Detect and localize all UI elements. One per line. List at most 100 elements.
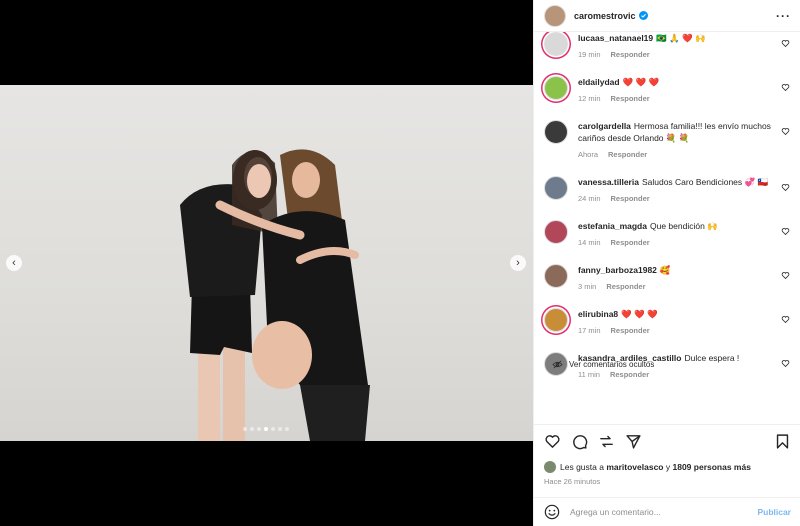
reply-button[interactable]: Responder — [611, 238, 650, 247]
carousel-dot — [278, 427, 282, 431]
comment-meta: 12 min Responder — [578, 93, 780, 105]
comment-time[interactable]: 11 min — [578, 370, 600, 379]
avatar[interactable] — [544, 4, 566, 27]
avatar[interactable] — [544, 308, 568, 332]
comment-meta: 14 min Responder — [578, 237, 780, 249]
comment-body: fanny_barboza1982 🥰 3 min Responder — [578, 264, 794, 293]
comment-username[interactable]: vanessa.tilleria — [578, 177, 639, 187]
comment-item: elirubina8 ❤️ ❤️ ❤️ 17 min Responder — [544, 308, 794, 337]
carousel-dot — [264, 427, 268, 431]
photo-illustration — [180, 149, 370, 441]
heart-icon[interactable] — [781, 271, 790, 280]
likes-count[interactable]: 1809 personas más — [673, 462, 751, 472]
heart-icon[interactable] — [781, 83, 790, 92]
carousel-dot — [271, 427, 275, 431]
comment-time[interactable]: Ahora — [578, 150, 598, 159]
chevron-right-icon[interactable]: › — [510, 255, 526, 271]
comment-body: lucaas_natanael19 🇧🇷 🙏 ❤️ 🙌 19 min Responde… — [578, 32, 794, 61]
reply-button[interactable]: Responder — [608, 150, 647, 159]
reply-button[interactable]: Responder — [606, 282, 645, 291]
comment-time[interactable]: 24 min — [578, 194, 601, 203]
comment-text: Que bendición 🙌 — [649, 221, 718, 231]
comment-text: ❤️ ❤️ ❤️ — [622, 77, 660, 87]
comment-meta: 11 min Responder — [578, 369, 780, 381]
reply-button[interactable]: Responder — [611, 50, 650, 59]
comment-body: estefania_magda Que bendición 🙌 14 min Resp… — [578, 220, 794, 249]
comment-time[interactable]: 12 min — [578, 94, 601, 103]
heart-icon[interactable] — [781, 359, 790, 368]
comment-text: 🇧🇷 🙏 ❤️ 🙌 — [656, 33, 706, 43]
comment-text: ❤️ ❤️ ❤️ — [621, 309, 658, 319]
avatar[interactable] — [544, 220, 568, 244]
carousel-dot — [285, 427, 289, 431]
comment-time[interactable]: 17 min — [578, 326, 601, 335]
carousel-dot — [257, 427, 261, 431]
comment-item: carolgardella Hermosa familia!!! les enví… — [544, 120, 794, 161]
comment-meta: 19 min Responder — [578, 49, 780, 61]
comment-meta: 17 min Responder — [578, 325, 780, 337]
likes-conj: y — [665, 462, 671, 472]
heart-icon[interactable] — [781, 315, 790, 324]
likes-prefix: Les gusta a — [560, 462, 604, 472]
post-sidebar: caromestrovic ··· lucaas_natanael19 🇧🇷 🙏 … — [533, 0, 800, 526]
heart-icon[interactable] — [781, 127, 790, 136]
comment-text: 🥰 — [659, 265, 671, 275]
avatar[interactable] — [544, 264, 568, 288]
reply-button[interactable]: Responder — [610, 370, 649, 379]
comment-body: carolgardella Hermosa familia!!! les enví… — [578, 120, 794, 161]
bookmark-icon[interactable] — [774, 433, 791, 450]
more-icon[interactable]: ··· — [776, 9, 791, 23]
publish-button[interactable]: Publicar — [757, 507, 791, 517]
comment-username[interactable]: fanny_barboza1982 — [578, 265, 657, 275]
hidden-comments-toggle[interactable]: Ver comentarios ocultos — [552, 360, 654, 369]
chevron-left-icon[interactable]: ‹ — [6, 255, 22, 271]
carousel-dots — [243, 427, 289, 431]
post-timestamp[interactable]: Hace 26 minutos — [544, 477, 600, 486]
comment-input[interactable] — [570, 507, 758, 517]
comment-username[interactable]: carolgardella — [578, 121, 631, 131]
comment-time[interactable]: 14 min — [578, 238, 601, 247]
reply-button[interactable]: Responder — [611, 94, 650, 103]
eye-slash-icon — [552, 360, 563, 369]
emoji-icon[interactable] — [544, 504, 560, 520]
comment-item: eldailydad ❤️ ❤️ ❤️ 12 min Responder — [544, 76, 794, 105]
post-viewer: ‹ › caromestrovic ··· lucaas_natanael19 🇧… — [0, 0, 800, 526]
comment-username[interactable]: eldailydad — [578, 77, 620, 87]
avatar[interactable] — [544, 120, 568, 144]
carousel-dot — [243, 427, 247, 431]
comment-meta: 3 min Responder — [578, 281, 780, 293]
heart-icon[interactable] — [781, 227, 790, 236]
comment-item: lucaas_natanael19 🇧🇷 🙏 ❤️ 🙌 19 min Responde… — [544, 32, 794, 61]
heart-icon[interactable] — [781, 183, 790, 192]
comment-item: fanny_barboza1982 🥰 3 min Responder — [544, 264, 794, 293]
reply-button[interactable]: Responder — [611, 194, 650, 203]
comment-body: vanessa.tilleria Saludos Caro Bendiciones… — [578, 176, 794, 205]
comment-username[interactable]: estefania_magda — [578, 221, 647, 231]
liker-avatar[interactable] — [544, 461, 556, 473]
comment-item: vanessa.tilleria Saludos Caro Bendiciones… — [544, 176, 794, 205]
send-icon[interactable] — [625, 433, 642, 450]
avatar[interactable] — [544, 76, 568, 100]
comment-body: elirubina8 ❤️ ❤️ ❤️ 17 min Responder — [578, 308, 794, 337]
share-icon[interactable] — [598, 433, 615, 450]
comment-item: estefania_magda Que bendición 🙌 14 min Resp… — [544, 220, 794, 249]
liker-username[interactable]: maritovelasco — [606, 462, 663, 472]
comment-time[interactable]: 3 min — [578, 282, 596, 291]
post-header: caromestrovic ··· — [534, 0, 800, 32]
comment-text: Saludos Caro Bendiciones 💞 🇨🇱 — [641, 177, 769, 187]
avatar[interactable] — [544, 32, 568, 56]
heart-icon[interactable] — [544, 433, 561, 450]
comment-username[interactable]: lucaas_natanael19 — [578, 33, 653, 43]
verified-badge-icon — [638, 11, 648, 20]
comment-username[interactable]: elirubina8 — [578, 309, 618, 319]
heart-icon[interactable] — [781, 39, 790, 48]
add-comment-bar: Publicar — [534, 497, 800, 526]
avatar[interactable] — [544, 176, 568, 200]
comment-icon[interactable] — [571, 433, 588, 450]
author-username[interactable]: caromestrovic — [574, 11, 636, 21]
carousel-dot — [250, 427, 254, 431]
comment-time[interactable]: 19 min — [578, 50, 601, 59]
reply-button[interactable]: Responder — [611, 326, 650, 335]
media-area: ‹ › — [0, 0, 533, 526]
hidden-comments-label: Ver comentarios ocultos — [569, 360, 655, 369]
